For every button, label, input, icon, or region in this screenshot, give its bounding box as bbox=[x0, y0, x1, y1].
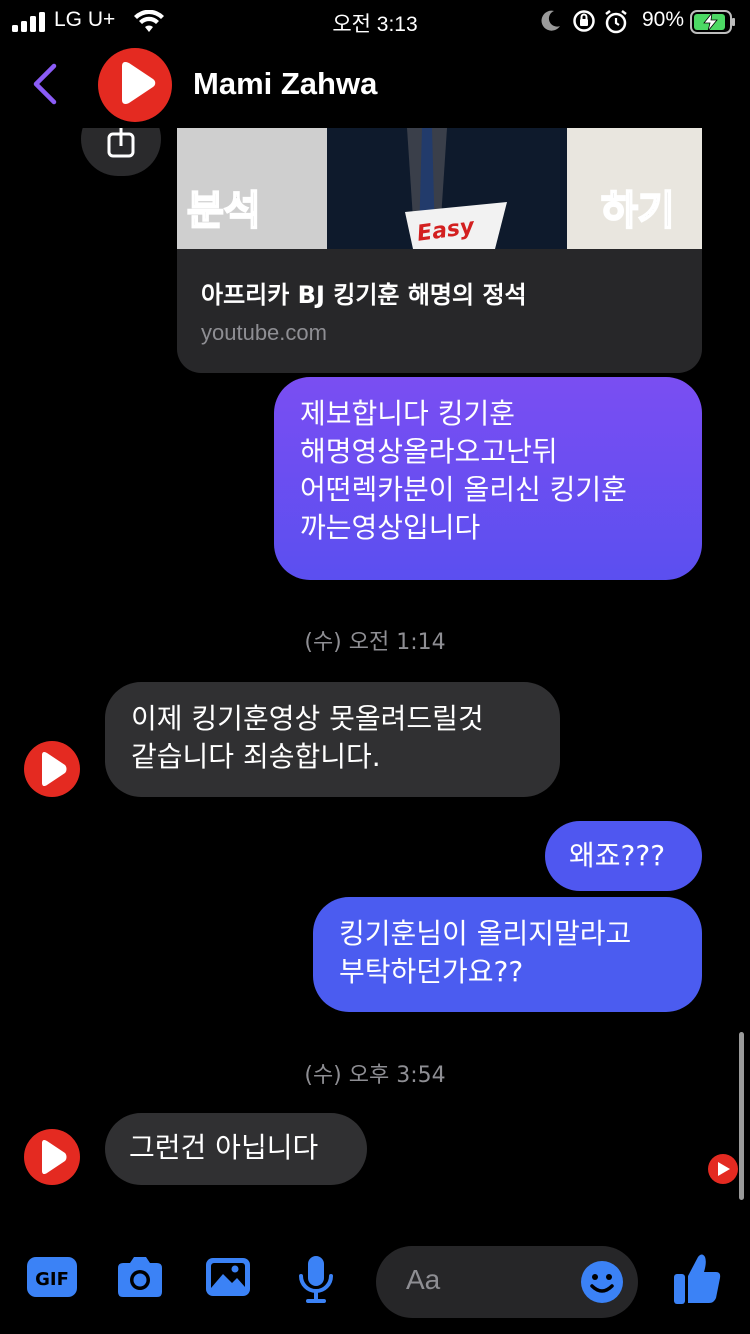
svg-text:GIF: GIF bbox=[35, 1269, 69, 1290]
alarm-icon bbox=[605, 10, 627, 34]
timestamp: (수) 오전 1:14 bbox=[304, 630, 446, 655]
message-composer: GIF Aa bbox=[0, 1230, 750, 1334]
scrollbar[interactable] bbox=[739, 1032, 744, 1200]
camera-icon[interactable] bbox=[114, 1254, 166, 1300]
received-message[interactable]: 이제 킹기훈영상 못올려드릴것 같습니다 죄송합니다. bbox=[105, 682, 560, 797]
link-domain: youtube.com bbox=[201, 320, 327, 345]
thumbnail-text-left: 분석 bbox=[186, 187, 262, 235]
gif-icon[interactable]: GIF bbox=[26, 1254, 78, 1300]
thumbnail-text-right: 하기 bbox=[600, 187, 676, 235]
message-line: 그런건 아닙니다 bbox=[129, 1131, 319, 1164]
play-logo-icon bbox=[42, 751, 67, 787]
timestamp: (수) 오후 3:54 bbox=[304, 1063, 446, 1088]
contact-avatar[interactable] bbox=[98, 48, 172, 122]
moon-icon bbox=[541, 10, 560, 31]
message-line: 부탁하던가요?? bbox=[339, 955, 524, 988]
clock: 오전 3:13 bbox=[332, 13, 418, 36]
message-line: 어떤렉카분이 올리신 킹기훈 bbox=[300, 473, 627, 506]
sent-message[interactable]: 왜죠??? bbox=[545, 821, 702, 891]
microphone-icon[interactable] bbox=[296, 1254, 336, 1304]
play-logo-icon bbox=[122, 62, 156, 104]
message-line: 같습니다 죄송합니다. bbox=[131, 740, 381, 773]
message-line: 제보합니다 킹기훈 bbox=[300, 397, 515, 430]
sent-message[interactable]: 킹기훈님이 올리지말라고 부탁하던가요?? bbox=[313, 897, 702, 1012]
sender-avatar[interactable] bbox=[24, 1129, 80, 1185]
message-line: 킹기훈님이 올리지말라고 bbox=[339, 917, 632, 950]
rotation-lock-icon bbox=[573, 10, 595, 32]
thumbs-up-icon[interactable] bbox=[672, 1252, 722, 1306]
chevron-left-icon[interactable] bbox=[30, 62, 60, 106]
image-icon[interactable] bbox=[204, 1254, 252, 1300]
link-title: 아프리카 BJ 킹기훈 해명의 정석 bbox=[201, 281, 527, 309]
battery-percent: 90% bbox=[641, 8, 684, 31]
contact-name[interactable]: Mami Zahwa bbox=[193, 66, 377, 102]
message-line: 해명영상올라오고난뒤 bbox=[300, 435, 558, 468]
sender-avatar[interactable] bbox=[24, 741, 80, 797]
message-input[interactable]: Aa bbox=[376, 1246, 638, 1318]
seen-indicator-avatar bbox=[708, 1154, 738, 1184]
message-line: 이제 킹기훈영상 못올려드릴것 bbox=[131, 702, 484, 735]
emoji-icon[interactable] bbox=[580, 1260, 624, 1304]
play-logo-icon bbox=[42, 1139, 67, 1175]
battery-charging-icon bbox=[690, 10, 735, 34]
status-bar: LG U+ 오전 3:13 90% bbox=[0, 0, 750, 44]
message-input-placeholder: Aa bbox=[406, 1264, 441, 1295]
chat-header: Mami Zahwa bbox=[0, 44, 750, 128]
message-line: 왜죠??? bbox=[569, 839, 666, 872]
play-logo-icon bbox=[718, 1162, 730, 1176]
received-message[interactable]: 그런건 아닙니다 bbox=[105, 1113, 367, 1185]
sent-message[interactable]: 제보합니다 킹기훈 해명영상올라오고난뒤 어떤렉카분이 올리신 킹기훈 까는영상… bbox=[274, 377, 702, 580]
link-preview-card[interactable]: 분석 하기 Easy 아프리카 BJ 킹기훈 해명의 정석 youtube.co… bbox=[177, 128, 702, 373]
message-line: 까는영상입니다 bbox=[300, 511, 481, 544]
video-thumbnail[interactable]: 분석 하기 Easy bbox=[177, 128, 702, 249]
